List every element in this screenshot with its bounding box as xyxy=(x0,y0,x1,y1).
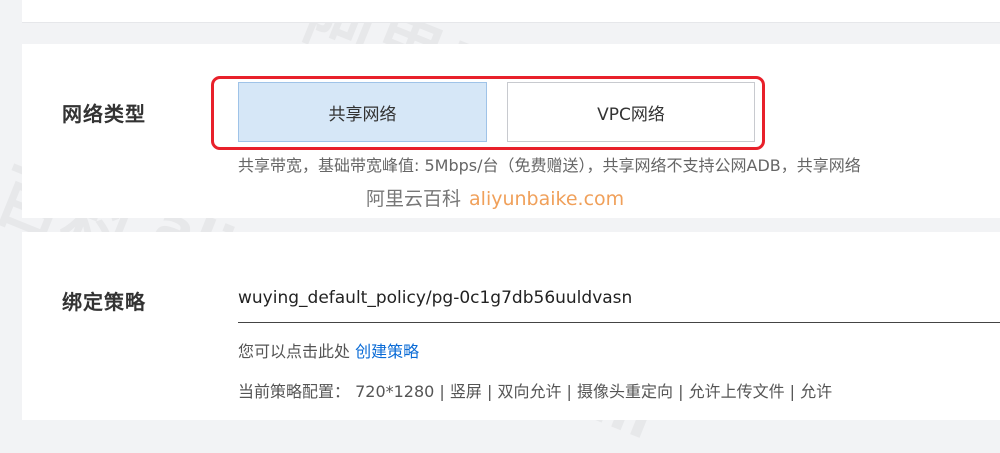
policy-hint-text: 您可以点击此处 xyxy=(238,342,351,361)
policy-config-summary: 当前策略配置： 720*1280 | 竖屏 | 双向允许 | 摄像头重定向 | … xyxy=(238,382,833,401)
network-type-section: 网络类型 共享网络 VPC网络 共享带宽，基础带宽峰值: 5Mbps/台（免费赠… xyxy=(22,44,1000,218)
watermark-caption-url: aliyunbaike.com xyxy=(469,188,625,210)
watermark-caption-cn: 阿里云百科 xyxy=(366,188,462,210)
network-option-shared[interactable]: 共享网络 xyxy=(238,82,487,142)
policy-select-value[interactable]: wuying_default_policy/pg-0c1g7db56uuldva… xyxy=(238,288,632,308)
policy-select-underline xyxy=(238,322,1000,323)
network-type-label: 网络类型 xyxy=(62,102,146,126)
network-type-hint: 共享带宽，基础带宽峰值: 5Mbps/台（免费赠送），共享网络不支持公网ADB，… xyxy=(238,156,861,175)
network-option-vpc[interactable]: VPC网络 xyxy=(507,82,755,142)
bind-policy-section: 绑定策略 wuying_default_policy/pg-0c1g7db56u… xyxy=(22,232,1000,420)
previous-section-card xyxy=(22,0,1000,22)
bind-policy-label: 绑定策略 xyxy=(62,290,146,314)
create-policy-link[interactable]: 创建策略 xyxy=(355,342,419,361)
policy-hint: 您可以点击此处 创建策略 xyxy=(238,338,419,362)
watermark-caption: 阿里云百科 aliyunbaike.com xyxy=(366,184,624,211)
